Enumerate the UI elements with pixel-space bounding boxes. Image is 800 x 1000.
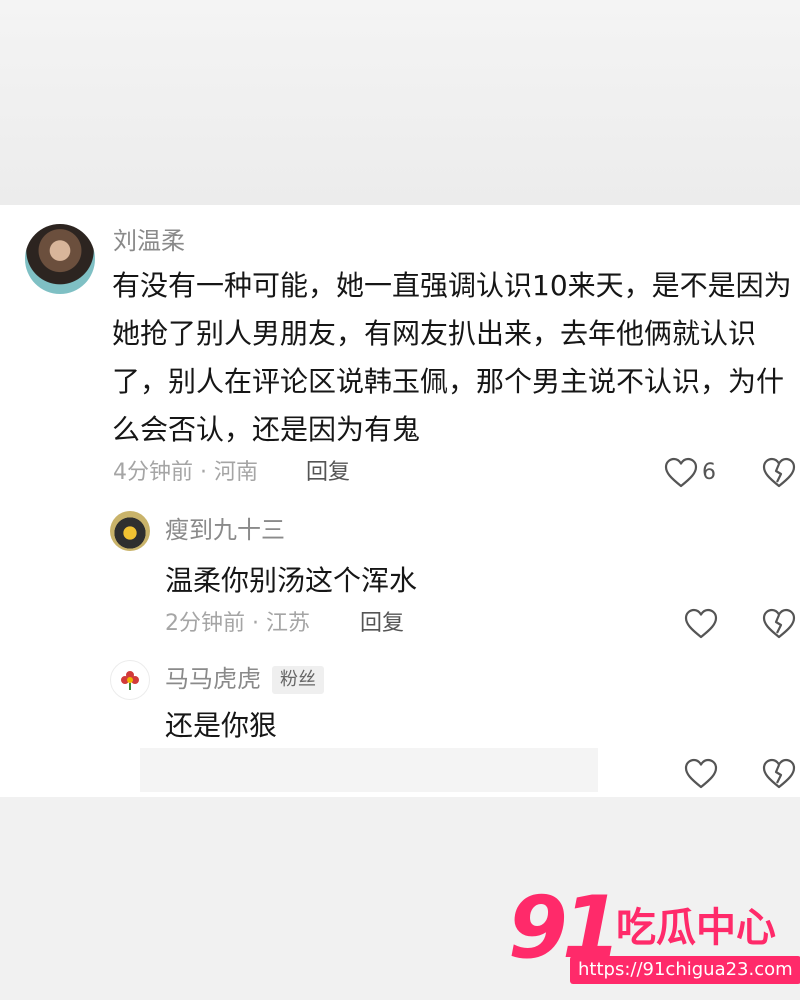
- reply-author[interactable]: 马马虎虎: [165, 664, 261, 694]
- broken-heart-icon[interactable]: [762, 758, 796, 790]
- avatar[interactable]: [110, 660, 150, 700]
- avatar[interactable]: [110, 511, 150, 551]
- top-blank-area: [0, 0, 800, 205]
- reply-author[interactable]: 瘦到九十三: [165, 515, 285, 545]
- heart-outline-icon[interactable]: [664, 457, 698, 489]
- reply-text: 温柔你别汤这个浑水: [165, 564, 418, 597]
- fan-badge: 粉丝: [272, 666, 324, 694]
- heart-outline-icon[interactable]: [684, 608, 718, 640]
- watermark-text: 吃瓜中心: [616, 905, 776, 951]
- heart-outline-icon[interactable]: [684, 758, 718, 790]
- reply-button[interactable]: 回复: [360, 610, 404, 638]
- comment-line: 她抢了别人男朋友，有网友扒出来，去年他俩就认识: [112, 317, 757, 350]
- broken-heart-icon[interactable]: [762, 457, 796, 489]
- comment-text: 有没有一种可能，她一直强调认识10来天，是不是因为 她抢了别人男朋友，有网友扒出…: [112, 262, 800, 454]
- comment-line: 么会否认，还是因为有鬼: [112, 413, 421, 446]
- watermark-url: https://91chigua23.com: [570, 956, 800, 984]
- comment-meta: 4分钟前 · 河南: [113, 460, 258, 485]
- obscured-area: [140, 748, 598, 792]
- avatar[interactable]: [25, 224, 95, 294]
- comment-line: 了，别人在评论区说韩玉佩，那个男主说不认识，为什: [112, 365, 785, 398]
- flower-icon: [121, 671, 139, 690]
- watermark-logo: 91 吃瓜中心 https://91chigua23.com: [508, 880, 800, 990]
- reply-meta: 2分钟前 · 江苏: [165, 611, 310, 636]
- like-count: 6: [702, 460, 716, 485]
- comment-line: 有没有一种可能，她一直强调认识10来天，是不是因为: [112, 269, 792, 302]
- reply-button[interactable]: 回复: [306, 459, 350, 487]
- comment-author[interactable]: 刘温柔: [113, 226, 185, 256]
- reply-text: 还是你狠: [165, 709, 278, 742]
- broken-heart-icon[interactable]: [762, 608, 796, 640]
